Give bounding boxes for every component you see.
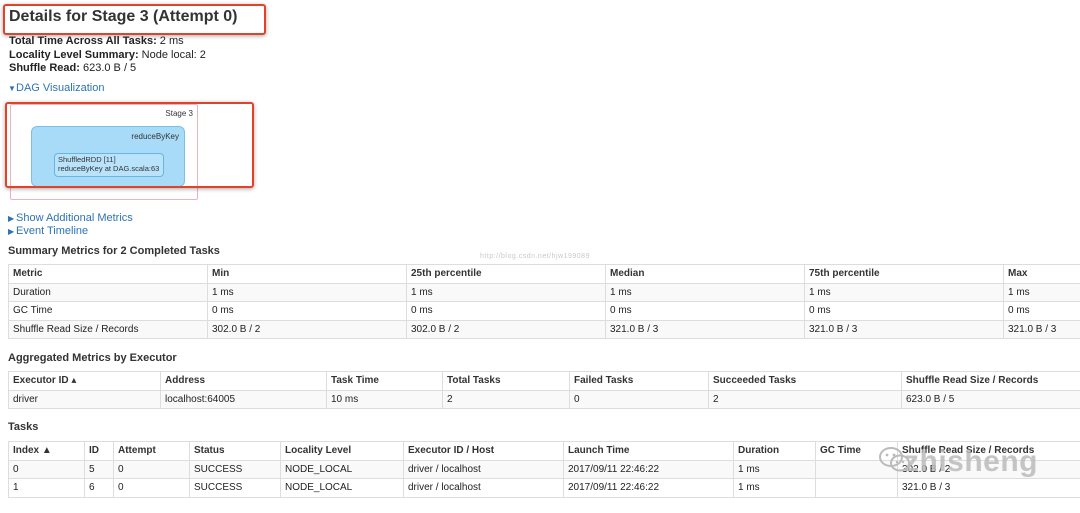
summary-metrics-title: Summary Metrics for 2 Completed Tasks: [8, 245, 220, 257]
table-cell: 1 ms: [733, 478, 816, 498]
stage-summary: Total Time Across All Tasks: 2 ms Locali…: [9, 35, 206, 76]
table-row: Duration 1 ms 1 ms 1 ms 1 ms 1 ms: [8, 282, 1080, 302]
watermark-brand: zhisheng: [904, 445, 1039, 478]
table-header-row: Metric Min 25th percentile Median 75th p…: [8, 264, 1080, 284]
summary-total-time: Total Time Across All Tasks: 2 ms: [9, 35, 206, 49]
caret-right-icon: ▶: [8, 214, 15, 223]
table-cell: 10 ms: [326, 389, 443, 409]
table-cell: 321.0 B / 3: [605, 319, 805, 339]
table-cell: 0 ms: [804, 301, 1004, 321]
column-header[interactable]: Launch Time: [563, 441, 734, 461]
column-header-index[interactable]: Index ▲: [8, 441, 85, 461]
column-header[interactable]: Address: [160, 371, 327, 391]
table-cell: NODE_LOCAL: [280, 459, 404, 479]
column-header[interactable]: Metric: [8, 264, 208, 284]
table-cell: 1: [8, 478, 85, 498]
summary-label: Shuffle Read:: [9, 62, 80, 74]
table-row: Shuffle Read Size / Records 302.0 B / 2 …: [8, 319, 1080, 339]
column-header[interactable]: Median: [605, 264, 805, 284]
table-cell: 1 ms: [605, 282, 805, 302]
dag-toggle-label: DAG Visualization: [16, 82, 105, 94]
table-cell: 0 ms: [605, 301, 805, 321]
column-header[interactable]: Task Time: [326, 371, 443, 391]
table-cell: NODE_LOCAL: [280, 478, 404, 498]
table-cell: 321.0 B / 3: [1003, 319, 1080, 339]
table-cell: Shuffle Read Size / Records: [8, 319, 208, 339]
column-header[interactable]: Succeeded Tasks: [708, 371, 902, 391]
column-header[interactable]: Attempt: [113, 441, 190, 461]
table-cell: 1 ms: [406, 282, 606, 302]
caret-right-icon: ▶: [8, 227, 15, 236]
table-cell: 1 ms: [733, 459, 816, 479]
column-header[interactable]: ID: [84, 441, 114, 461]
table-cell: 0: [113, 459, 190, 479]
column-header[interactable]: Duration: [733, 441, 816, 461]
table-cell: 2: [708, 389, 902, 409]
summary-locality: Locality Level Summary: Node local: 2: [9, 49, 206, 63]
table-cell: 1 ms: [1003, 282, 1080, 302]
table-cell: 1 ms: [804, 282, 1004, 302]
table-cell: 2017/09/11 22:46:22: [563, 459, 734, 479]
column-header[interactable]: 25th percentile: [406, 264, 606, 284]
column-header[interactable]: Min: [207, 264, 407, 284]
dag-visualization-toggle[interactable]: ▼DAG Visualization: [8, 82, 104, 94]
table-cell: 6: [84, 478, 114, 498]
column-header[interactable]: Total Tasks: [442, 371, 570, 391]
watermark-logo: zhisheng: [878, 441, 1048, 485]
column-header-executor-id[interactable]: Executor ID ▴: [8, 371, 161, 391]
table-cell: localhost:64005: [160, 389, 327, 409]
summary-label: Total Time Across All Tasks:: [9, 35, 157, 47]
table-cell: 302.0 B / 2: [207, 319, 407, 339]
table-cell: 0 ms: [1003, 301, 1080, 321]
column-header[interactable]: Failed Tasks: [569, 371, 709, 391]
summary-value: 623.0 B / 5: [82, 62, 137, 74]
column-header[interactable]: 75th percentile: [804, 264, 1004, 284]
table-cell: 302.0 B / 2: [406, 319, 606, 339]
table-cell: 2017/09/11 22:46:22: [563, 478, 734, 498]
table-cell: 321.0 B / 3: [804, 319, 1004, 339]
column-header[interactable]: Status: [189, 441, 281, 461]
page-title: Details for Stage 3 (Attempt 0): [9, 8, 238, 25]
table-cell: GC Time: [8, 301, 208, 321]
summary-value: 2 ms: [159, 35, 184, 47]
show-additional-metrics-toggle[interactable]: ▶ Show Additional Metrics: [8, 212, 133, 224]
caret-down-icon: ▼: [8, 84, 16, 93]
table-cell: 0: [8, 459, 85, 479]
summary-shuffle-read: Shuffle Read: 623.0 B / 5: [9, 62, 206, 76]
table-cell: SUCCESS: [189, 459, 281, 479]
watermark-url: http://blog.csdn.net/hjw199089: [480, 253, 590, 260]
summary-metrics-table: Metric Min 25th percentile Median 75th p…: [8, 264, 1080, 339]
column-header[interactable]: Executor ID / Host: [403, 441, 564, 461]
table-cell: 0 ms: [406, 301, 606, 321]
column-header[interactable]: Max: [1003, 264, 1080, 284]
aggregated-metrics-title: Aggregated Metrics by Executor: [8, 352, 177, 364]
table-cell: 5: [84, 459, 114, 479]
tasks-title: Tasks: [8, 421, 39, 433]
column-header[interactable]: Shuffle Read Size / Records: [901, 371, 1080, 391]
table-cell: 0: [569, 389, 709, 409]
table-row: driver localhost:64005 10 ms 2 0 2 623.0…: [8, 389, 1080, 409]
table-cell: driver / localhost: [403, 478, 564, 498]
additional-metrics-label: Show Additional Metrics: [16, 212, 133, 224]
summary-label: Locality Level Summary:: [9, 48, 139, 61]
table-header-row: Executor ID ▴ Address Task Time Total Ta…: [8, 371, 1080, 391]
column-header[interactable]: Locality Level: [280, 441, 404, 461]
summary-value: Node local: 2: [141, 48, 206, 61]
table-cell: 623.0 B / 5: [901, 389, 1080, 409]
table-row: GC Time 0 ms 0 ms 0 ms 0 ms 0 ms: [8, 301, 1080, 321]
event-timeline-label: Event Timeline: [16, 225, 89, 237]
table-cell: 2: [442, 389, 570, 409]
event-timeline-toggle[interactable]: ▶ Event Timeline: [8, 225, 88, 237]
table-cell: 0: [113, 478, 190, 498]
table-cell: 1 ms: [207, 282, 407, 302]
aggregated-metrics-table: Executor ID ▴ Address Task Time Total Ta…: [8, 371, 1080, 409]
table-cell: SUCCESS: [189, 478, 281, 498]
table-cell: driver / localhost: [403, 459, 564, 479]
table-cell: 0 ms: [207, 301, 407, 321]
table-cell: Duration: [8, 282, 208, 302]
dag-highlight-box: [5, 102, 254, 188]
table-cell: driver: [8, 389, 161, 409]
